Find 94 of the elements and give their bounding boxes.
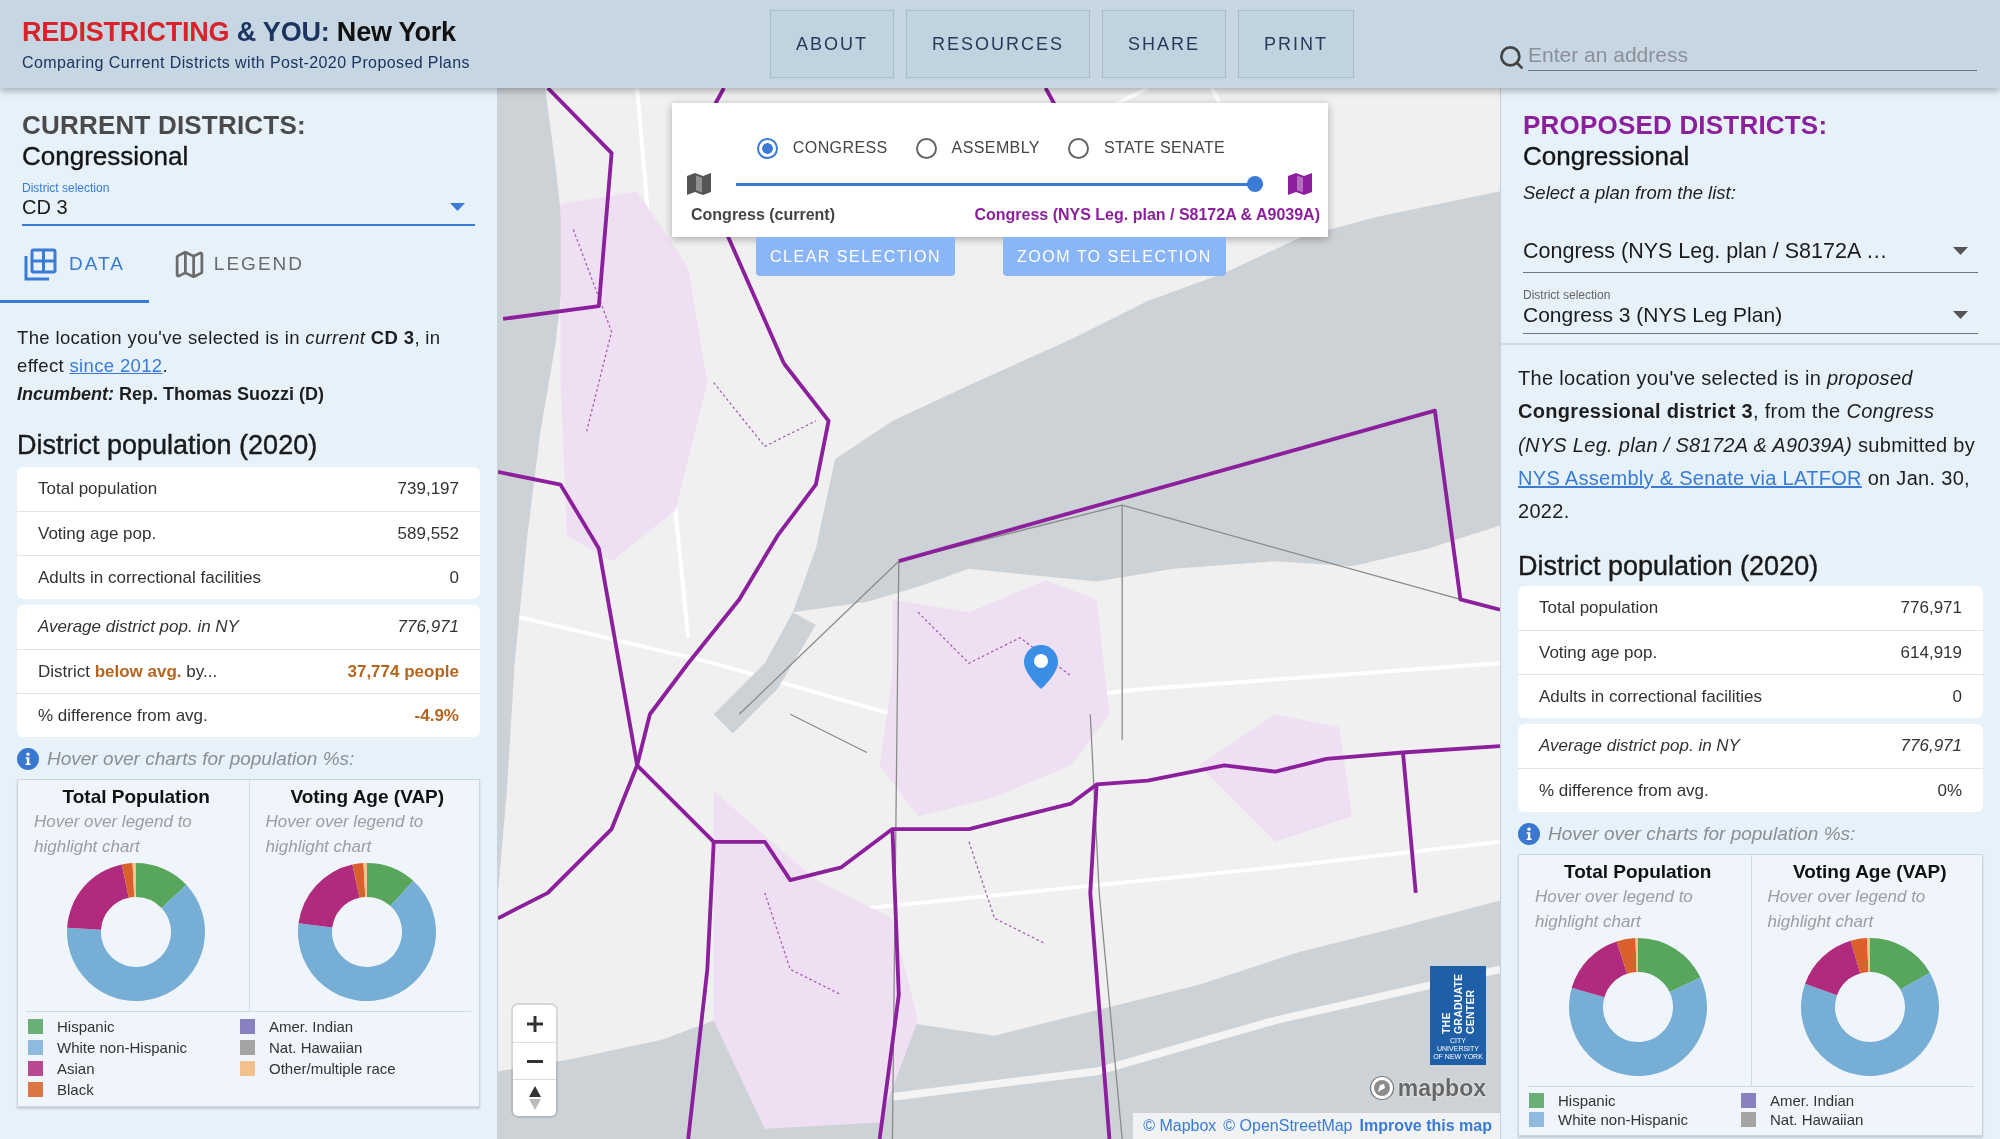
section-heading: District population (2020) — [17, 429, 319, 462]
incumbent-text: Incumbent: Rep. Thomas Suozzi (D) — [17, 383, 325, 406]
slider-start-label: Congress (current) — [691, 205, 836, 225]
panel-heading: PROPOSED DISTRICTS: — [1523, 110, 1829, 141]
attribution-link[interactable]: Improve this map — [1359, 1115, 1492, 1136]
hint-text: Hover over charts for population %s: — [1548, 823, 1856, 846]
panel-tab[interactable]: LEGEND — [148, 228, 328, 303]
legend-label: White non-Hispanic — [1558, 1111, 1689, 1129]
stat-value: 776,971 — [1900, 736, 1962, 757]
section-heading: District population (2020) — [1518, 550, 1820, 584]
legend-label: Hispanic — [57, 1017, 115, 1036]
chart-title: Voting Age (VAP) — [1791, 860, 1948, 885]
caret-icon — [1953, 247, 1968, 255]
chart-title: Total Population — [61, 785, 211, 809]
compass-icon — [528, 1086, 541, 1110]
plan-slider[interactable] — [736, 176, 1263, 192]
stat-value: 0 — [449, 567, 459, 588]
chart-hint: Hover over legend to highlight chart — [1767, 886, 1927, 934]
stat-value: 776,971 — [397, 617, 459, 637]
legend-label: Amer. Indian — [269, 1017, 354, 1036]
location-summary: The location you've selected is in proposed Congressional district 3, from the Congress (NYS Leg. plan / S8172A & A9039A) submitted by NYS Assembly & Senate via LATFOR on Jan. 30, 2022. — [1518, 366, 1977, 525]
legend-label: Nat. Hawaiian — [1770, 1111, 1864, 1129]
map-icon — [1287, 171, 1313, 197]
location-summary: The location you've selected is in current CD 3, in effect since 2012. — [17, 326, 442, 378]
chart-hint: Hover over legend to highlight chart — [1535, 886, 1694, 934]
chart-hint: Hover over legend to highlight chart — [34, 811, 193, 858]
mapbox-wordmark: mapbox — [1397, 1075, 1486, 1101]
legend-label: Hispanic — [1558, 1092, 1616, 1110]
app-subtitle: Comparing Current Districts with Post-2020 Proposed Plans — [22, 53, 471, 72]
nav-button[interactable]: RESOURCES — [906, 10, 1091, 78]
stat-label: Total population — [1539, 598, 1659, 619]
stat-value: 776,971 — [1900, 598, 1962, 619]
panel-heading: CURRENT DISTRICTS: — [22, 110, 307, 141]
slider-end-label: Congress (NYS Leg. plan / S8172A & A9039A) — [974, 205, 1320, 225]
address-search-field[interactable]: Enter an address — [1528, 42, 1977, 71]
stat-label: Average district pop. in NY — [38, 617, 239, 637]
nav-button[interactable]: ABOUT — [770, 10, 894, 78]
slider-thumb[interactable] — [1247, 176, 1263, 192]
stat-label: Adults in correctional facilities — [38, 567, 261, 588]
info-icon — [17, 748, 39, 770]
map-icon — [686, 171, 712, 197]
panel-subheading: Congressional — [22, 141, 190, 172]
caret-icon — [450, 203, 465, 211]
stat-label: District below avg. by... — [38, 661, 218, 682]
stat-value: 614,919 — [1900, 643, 1962, 663]
layer-radio[interactable]: CONGRESS — [756, 136, 888, 160]
stat-label: Average district pop. in NY — [1539, 736, 1740, 757]
info-icon — [1518, 823, 1540, 846]
legend-label: Asian — [57, 1059, 95, 1078]
field-label: District selection — [1523, 288, 1612, 302]
stat-label: Voting age pop. — [1539, 643, 1658, 663]
stat-value: -4.9% — [414, 705, 459, 726]
stat-label: % difference from avg. — [1539, 781, 1709, 801]
source-link[interactable]: since 2012 — [69, 355, 163, 376]
app-title: REDISTRICTING & YOU: New York — [22, 16, 457, 48]
panel-subheading: Congressional — [1523, 141, 1691, 172]
caret-icon — [1953, 311, 1968, 319]
hint-text: Hover over charts for population %s: — [47, 748, 355, 770]
mapbox-logo-icon — [1368, 1075, 1395, 1101]
district-select[interactable]: District selection CD 3 — [22, 181, 475, 226]
stat-label: % difference from avg. — [38, 705, 208, 726]
attribution-link[interactable]: © Mapbox — [1143, 1115, 1217, 1136]
district-select[interactable]: Congress (NYS Leg. plan / S8172A … — [1523, 238, 1978, 273]
chart-title: Total Population — [1563, 860, 1713, 885]
source-link[interactable]: NYS Assembly & Senate via LATFOR — [1518, 466, 1862, 489]
stat-value: 0% — [1937, 781, 1962, 801]
layer-radio[interactable]: STATE SENATE — [1067, 136, 1226, 160]
legend-label: Black — [57, 1080, 94, 1099]
nav-button[interactable]: SHARE — [1102, 10, 1227, 78]
attribution-link[interactable]: © OpenStreetMap — [1223, 1115, 1353, 1136]
stat-value: 589,552 — [397, 523, 459, 544]
legend-label: White non-Hispanic — [57, 1038, 188, 1057]
chart-hint: Hover over legend to highlight chart — [265, 811, 425, 858]
district-select[interactable]: District selection Congress 3 (NYS Leg Plan) — [1523, 288, 1978, 334]
stat-label: Voting age pop. — [38, 523, 157, 544]
stat-label: Total population — [38, 479, 158, 499]
legend-label: Amer. Indian — [1770, 1092, 1855, 1110]
plus-icon — [526, 1015, 543, 1032]
minus-icon — [526, 1059, 543, 1063]
chart-title: Voting Age (VAP) — [289, 785, 446, 809]
location-pin-icon — [1023, 644, 1059, 690]
select-prompt: Select a plan from the list: — [1523, 182, 1737, 204]
table-icon — [24, 247, 57, 281]
legend-label: Other/multiple race — [269, 1059, 396, 1078]
stat-value: 739,197 — [397, 479, 459, 499]
stat-value: 0 — [1952, 687, 1962, 707]
panel-tab[interactable]: DATA — [0, 228, 149, 303]
stat-value: 37,774 people — [347, 661, 459, 682]
nav-button[interactable]: PRINT — [1238, 10, 1355, 78]
stat-label: Adults in correctional facilities — [1539, 687, 1762, 707]
legend-label: Nat. Hawaiian — [269, 1038, 363, 1057]
layer-radio[interactable]: ASSEMBLY — [915, 136, 1040, 160]
search-icon — [1498, 44, 1525, 71]
field-label: District selection — [22, 181, 111, 195]
